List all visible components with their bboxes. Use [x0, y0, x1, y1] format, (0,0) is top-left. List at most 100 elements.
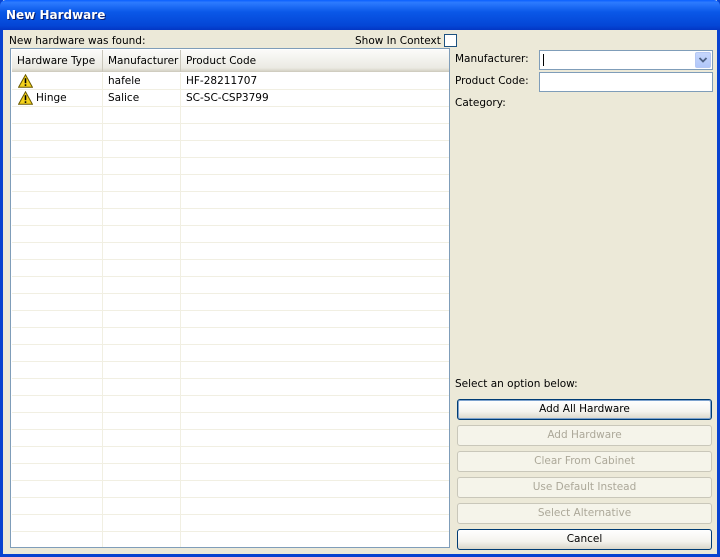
product-code-cell [181, 294, 449, 311]
manufacturer-cell [103, 498, 181, 515]
manufacturer-cell [103, 447, 181, 464]
manufacturer-cell [103, 124, 181, 141]
manufacturer-cell [103, 430, 181, 447]
hardware-type-cell [12, 175, 103, 192]
product-code-cell [181, 277, 449, 294]
title-bar[interactable]: New Hardware [0, 0, 720, 30]
product-code-input[interactable] [539, 72, 713, 92]
product-code-cell: SC-SC-CSP3799 [186, 92, 269, 104]
cancel-button[interactable]: Cancel [457, 529, 712, 550]
hardware-type-label: Hinge [36, 92, 67, 104]
product-code-cell [181, 243, 449, 260]
text-caret [543, 54, 544, 66]
empty-row [12, 141, 449, 158]
hardware-type-cell [12, 396, 103, 413]
hardware-type-cell [12, 192, 103, 209]
show-in-context-checkbox[interactable] [443, 34, 457, 47]
product-code-cell [181, 345, 449, 362]
hardware-type-cell [12, 124, 103, 141]
product-code-label: Product Code: [455, 75, 529, 87]
manufacturer-cell [103, 362, 181, 379]
empty-row [12, 226, 449, 243]
hardware-list[interactable]: Hardware Type Manufacturer Product Code … [10, 48, 450, 548]
empty-row [12, 430, 449, 447]
product-code-cell [181, 464, 449, 481]
product-code-cell [181, 379, 449, 396]
product-code-cell [181, 226, 449, 243]
manufacturer-cell [103, 294, 181, 311]
manufacturer-cell [103, 192, 181, 209]
product-code-cell [181, 311, 449, 328]
manufacturer-cell [103, 141, 181, 158]
product-code-cell [181, 209, 449, 226]
product-code-cell [181, 158, 449, 175]
add-hardware-button[interactable]: Add Hardware [457, 425, 712, 446]
product-code-cell [181, 141, 449, 158]
hardware-type-cell [12, 73, 103, 90]
manufacturer-cell [103, 260, 181, 277]
empty-row [12, 379, 449, 396]
manufacturer-cell [103, 532, 181, 547]
product-code-cell [181, 192, 449, 209]
hardware-type-cell [12, 328, 103, 345]
column-header-manufacturer[interactable]: Manufacturer [103, 50, 181, 72]
manufacturer-cell [103, 515, 181, 532]
manufacturer-dropdown[interactable] [539, 50, 713, 70]
empty-row [12, 532, 449, 547]
empty-row [12, 447, 449, 464]
hardware-type-cell [12, 464, 103, 481]
manufacturer-cell [103, 209, 181, 226]
chevron-down-icon [698, 57, 708, 63]
product-code-cell [181, 481, 449, 498]
product-code-cell [181, 107, 449, 124]
warning-icon [18, 74, 33, 88]
hardware-type-cell [12, 158, 103, 175]
manufacturer-cell [103, 464, 181, 481]
manufacturer-cell [103, 175, 181, 192]
manufacturer-cell [103, 396, 181, 413]
manufacturer-cell [103, 277, 181, 294]
show-in-context-toggle[interactable]: Show In Context [355, 34, 457, 47]
show-in-context-label: Show In Context [355, 34, 441, 47]
hardware-type-cell [12, 209, 103, 226]
hardware-type-cell [12, 532, 103, 547]
table-row[interactable]: hafele HF-28211707 [12, 73, 449, 90]
hardware-type-cell [12, 311, 103, 328]
add-all-hardware-button[interactable]: Add All Hardware [457, 399, 712, 420]
empty-row [12, 481, 449, 498]
product-code-cell [181, 396, 449, 413]
product-code-cell [181, 328, 449, 345]
clear-from-cabinet-button[interactable]: Clear From Cabinet [457, 451, 712, 472]
empty-row [12, 192, 449, 209]
empty-row [12, 209, 449, 226]
window-title: New Hardware [6, 8, 106, 22]
manufacturer-cell [103, 345, 181, 362]
hardware-type-cell [12, 362, 103, 379]
use-default-instead-button[interactable]: Use Default Instead [457, 477, 712, 498]
hardware-type-cell [12, 345, 103, 362]
manufacturer-cell [103, 107, 181, 124]
manufacturer-cell [103, 328, 181, 345]
column-header-hardware-type[interactable]: Hardware Type [12, 50, 103, 72]
hardware-type-cell [12, 447, 103, 464]
warning-icon [18, 91, 33, 105]
hardware-type-cell [12, 481, 103, 498]
empty-row [12, 464, 449, 481]
hardware-type-cell [12, 430, 103, 447]
empty-row [12, 294, 449, 311]
product-code-cell [181, 498, 449, 515]
empty-row [12, 175, 449, 192]
hardware-type-cell [12, 141, 103, 158]
hardware-type-cell [12, 226, 103, 243]
table-row[interactable]: Hinge Salice SC-SC-CSP3799 [12, 90, 449, 107]
product-code-cell [181, 430, 449, 447]
dropdown-button[interactable] [695, 52, 711, 68]
column-header-product-code[interactable]: Product Code [181, 50, 449, 72]
select-alternative-button[interactable]: Select Alternative [457, 503, 712, 524]
empty-row [12, 515, 449, 532]
list-header: Hardware Type Manufacturer Product Code [12, 50, 449, 72]
manufacturer-cell [103, 379, 181, 396]
empty-row [12, 260, 449, 277]
empty-row [12, 158, 449, 175]
manufacturer-cell [103, 243, 181, 260]
